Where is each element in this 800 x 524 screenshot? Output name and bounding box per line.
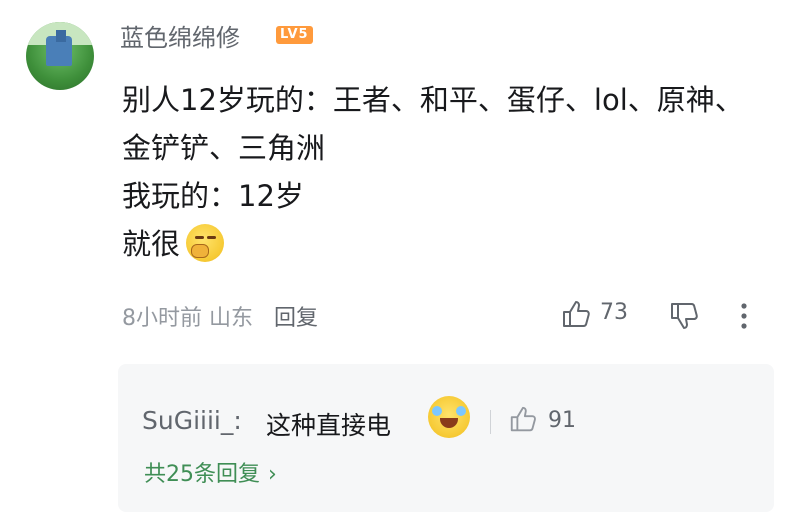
comment-line: 我玩的：12岁: [122, 179, 304, 213]
comment-line: 别人12岁玩的：王者、和平、蛋仔、lol、原神、: [122, 83, 744, 117]
avatar[interactable]: [26, 22, 94, 90]
comment-content: 别人12岁玩的：王者、和平、蛋仔、lol、原神、 金铲铲、三角洲 我玩的：12岁…: [122, 76, 782, 268]
sub-reply-text: 这种直接电: [266, 411, 392, 440]
thumbs-up-icon[interactable]: [508, 404, 538, 434]
comment-line: 金铲铲、三角洲: [122, 131, 326, 165]
comment-line-with-emoji: 就很: [122, 220, 782, 268]
smirk-emoji-icon: [186, 224, 225, 262]
view-all-replies-link[interactable]: 共25条回复 ›: [144, 456, 277, 488]
thumbs-down-icon[interactable]: [668, 300, 700, 332]
sub-reply-box[interactable]: SuGiiii_: 这种直接电 91 共25条回复 ›: [118, 364, 774, 512]
comment-username[interactable]: 蓝色绵绵修: [120, 18, 240, 53]
comment-time: 8小时前: [122, 306, 202, 331]
more-vertical-icon[interactable]: [738, 300, 750, 332]
comment-meta: 8小时前 山东 回复: [122, 300, 318, 332]
laugh-cry-emoji-icon: [428, 396, 470, 438]
sub-reply-username[interactable]: SuGiiii_:: [142, 406, 242, 435]
thumbs-up-icon[interactable]: [560, 298, 592, 330]
comment-actions: 73: [560, 296, 800, 336]
comment-location: 山东: [209, 306, 254, 331]
view-all-replies-label: 共25条回复: [144, 462, 260, 487]
sub-reply-like-count: 91: [548, 408, 576, 433]
comment-line: 就很: [122, 227, 181, 261]
avatar-building-top: [56, 30, 66, 42]
reply-button[interactable]: 回复: [274, 306, 318, 331]
like-count: 73: [600, 300, 628, 325]
level-badge: LV5: [276, 26, 313, 44]
divider: [490, 410, 491, 434]
chevron-right-icon: ›: [268, 462, 277, 487]
